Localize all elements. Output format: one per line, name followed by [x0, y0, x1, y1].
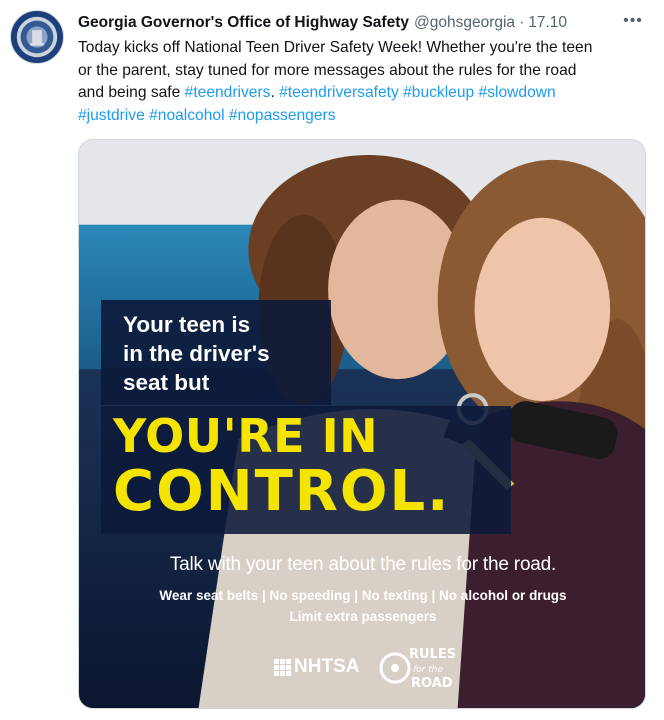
lead-line-3: seat but	[123, 370, 210, 395]
author-handle[interactable]: @gohsgeorgia	[414, 14, 515, 32]
tweet-text-line-3: and being safe	[78, 84, 185, 101]
lead-line-2: in the driver's	[123, 341, 270, 366]
nhtsa-grid-mark	[274, 658, 291, 676]
headline: YOU'RE IN CONTROL.	[113, 408, 450, 520]
tweet-text: Today kicks off National Teen Driver Saf…	[78, 39, 593, 124]
avatar-seal-icon	[11, 11, 63, 63]
separator-dot: ·	[519, 14, 525, 31]
author-name[interactable]: Georgia Governor's Office of Highway Saf…	[78, 14, 409, 32]
hashtag-slowdown[interactable]: #slowdown	[479, 84, 556, 101]
hashtag-justdrive[interactable]: #justdrive	[78, 107, 145, 124]
hashtag-nopassengers[interactable]: #nopassengers	[229, 107, 336, 124]
hashtag-noalcohol[interactable]: #noalcohol	[149, 107, 224, 124]
lead-line-1: Your teen is	[123, 312, 251, 337]
avatar[interactable]	[10, 10, 64, 64]
road-logo-line-3: ROAD	[411, 676, 453, 691]
timestamp[interactable]: 17.10	[528, 14, 567, 32]
tweet[interactable]: Georgia Governor's Office of Highway Saf…	[0, 0, 664, 720]
headline-line-1: YOU'RE IN	[113, 409, 379, 463]
road-logo-line-1: RULES	[409, 647, 456, 662]
tweet-text-line-2: or the parent, stay tuned for more messa…	[78, 61, 577, 79]
tweet-header: Georgia Governor's Office of Highway Saf…	[78, 12, 567, 34]
rules-road-logo-icon: RULES for the ROAD	[379, 647, 456, 691]
more-options-icon[interactable]: •••	[620, 10, 646, 32]
headline-line-2: CONTROL.	[113, 459, 451, 524]
nhtsa-logo-icon: NHTSA	[274, 656, 359, 678]
lead-text: Your teen is in the driver's seat but	[123, 310, 333, 397]
tweet-image[interactable]: Your teen is in the driver's seat but YO…	[78, 139, 646, 709]
rules-line-2: Limit extra passengers	[289, 609, 437, 624]
road-logo-line-2: for the	[413, 665, 443, 675]
subtitle: Talk with your teen about the rules for …	[169, 554, 557, 575]
rules-line: Wear seat belts | No speeding | No texti…	[159, 588, 567, 603]
nhtsa-logo-text: NHTSA	[294, 656, 360, 677]
tweet-text-line-1: Today kicks off National Teen Driver Saf…	[78, 39, 593, 56]
hashtag-buckleup[interactable]: #buckleup	[403, 84, 474, 101]
hashtag-teendriversafety[interactable]: #teendriversafety	[279, 84, 399, 101]
hashtag-teendrivers[interactable]: #teendrivers	[185, 84, 271, 101]
